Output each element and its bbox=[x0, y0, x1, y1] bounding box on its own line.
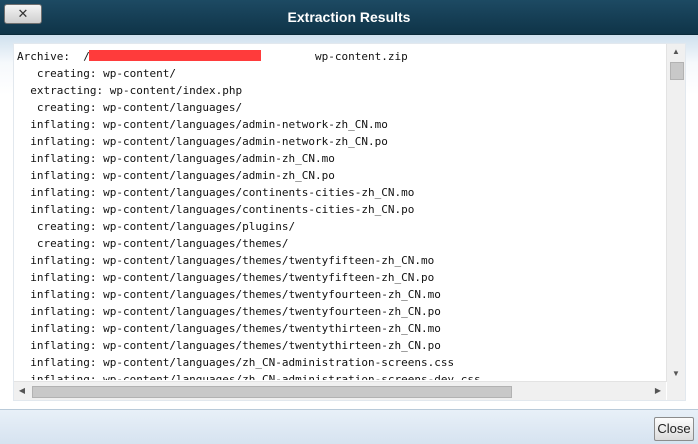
scrollbar-corner bbox=[667, 382, 685, 400]
close-button[interactable]: Close bbox=[654, 417, 694, 441]
log-line: inflating: wp-content/languages/admin-zh… bbox=[17, 152, 335, 165]
log-panel: Archive: / wp-content.zip creating: wp-c… bbox=[13, 43, 686, 401]
log-line: inflating: wp-content/languages/continen… bbox=[17, 203, 415, 216]
log-line: inflating: wp-content/languages/themes/t… bbox=[17, 271, 435, 284]
log-line: inflating: wp-content/languages/zh_CN-ad… bbox=[17, 373, 481, 380]
log-line: inflating: wp-content/languages/admin-ne… bbox=[17, 118, 388, 131]
log-line: creating: wp-content/ bbox=[17, 67, 176, 80]
log-line: inflating: wp-content/languages/themes/t… bbox=[17, 339, 441, 352]
log-line: inflating: wp-content/languages/themes/t… bbox=[17, 322, 441, 335]
log-line: inflating: wp-content/languages/zh_CN-ad… bbox=[17, 356, 455, 369]
redacted-path-mark bbox=[89, 50, 261, 61]
vertical-scrollbar[interactable]: ▲ ▼ bbox=[666, 44, 685, 382]
scroll-down-arrow-icon[interactable]: ▼ bbox=[667, 366, 685, 382]
dialog-footer: Close bbox=[0, 409, 698, 444]
scroll-up-arrow-icon[interactable]: ▲ bbox=[667, 44, 685, 60]
dialog-content: Archive: / wp-content.zip creating: wp-c… bbox=[0, 35, 698, 409]
log-line: inflating: wp-content/languages/themes/t… bbox=[17, 288, 441, 301]
extraction-log: Archive: / wp-content.zip creating: wp-c… bbox=[17, 48, 665, 380]
dialog-titlebar: ✕ Extraction Results bbox=[0, 0, 698, 35]
scroll-right-arrow-icon[interactable]: ▶ bbox=[650, 382, 666, 400]
log-line: extracting: wp-content/index.php bbox=[17, 84, 243, 97]
log-line: inflating: wp-content/languages/themes/t… bbox=[17, 305, 441, 318]
log-line: inflating: wp-content/languages/themes/t… bbox=[17, 254, 435, 267]
log-line: inflating: wp-content/languages/admin-ne… bbox=[17, 135, 388, 148]
horizontal-scrollbar[interactable]: ◀ ▶ bbox=[14, 381, 666, 400]
horizontal-scroll-thumb[interactable] bbox=[32, 386, 512, 398]
log-line: inflating: wp-content/languages/continen… bbox=[17, 186, 415, 199]
log-line: Archive: / wp-content.zip bbox=[17, 50, 408, 63]
log-line: creating: wp-content/languages/plugins/ bbox=[17, 220, 296, 233]
vertical-scroll-thumb[interactable] bbox=[670, 62, 684, 80]
log-line: creating: wp-content/languages/themes/ bbox=[17, 237, 289, 250]
dialog-title: Extraction Results bbox=[287, 9, 411, 25]
log-line: creating: wp-content/languages/ bbox=[17, 101, 243, 114]
log-line: inflating: wp-content/languages/admin-zh… bbox=[17, 169, 335, 182]
scroll-left-arrow-icon[interactable]: ◀ bbox=[14, 382, 30, 400]
